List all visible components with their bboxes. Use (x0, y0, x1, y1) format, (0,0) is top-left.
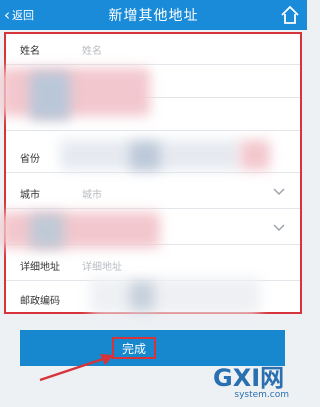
page-title: 新增其他地址 (108, 8, 199, 24)
name-label: 姓名 (20, 46, 40, 57)
home-icon[interactable] (279, 4, 301, 26)
censor-blur (30, 214, 64, 248)
svg-text:GXI网: GXI网 (213, 364, 284, 392)
censor-blur (130, 142, 160, 170)
province-label: 省份 (20, 154, 40, 165)
censor-blur (0, 212, 160, 248)
arrow-annotation-icon (39, 354, 114, 382)
page: ‹ 返回 新增其他地址 姓名 姓名 省份 城市 城市 详细地址 详细地址 邮政编… (0, 0, 307, 407)
city-row[interactable]: 城市 城市 (6, 176, 300, 209)
address-input[interactable]: 详细地址 (82, 258, 122, 273)
address-row[interactable]: 详细地址 详细地址 (6, 248, 300, 281)
censor-blur (30, 72, 70, 120)
header-bar: ‹ 返回 新增其他地址 (0, 0, 307, 30)
chevron-down-icon[interactable] (272, 220, 286, 234)
postcode-label: 邮政编码 (20, 296, 60, 307)
watermark-url: system.com (234, 390, 289, 400)
chevron-down-icon[interactable] (272, 184, 286, 198)
city-label: 城市 (20, 190, 40, 201)
censor-blur (130, 282, 154, 310)
name-row[interactable]: 姓名 姓名 (6, 32, 300, 65)
censor-blur (90, 278, 260, 314)
city-select[interactable]: 城市 (82, 186, 102, 201)
name-input[interactable]: 姓名 (82, 42, 102, 57)
censor-blur (0, 68, 150, 116)
censor-blur (240, 140, 270, 170)
address-label: 详细地址 (20, 262, 60, 273)
